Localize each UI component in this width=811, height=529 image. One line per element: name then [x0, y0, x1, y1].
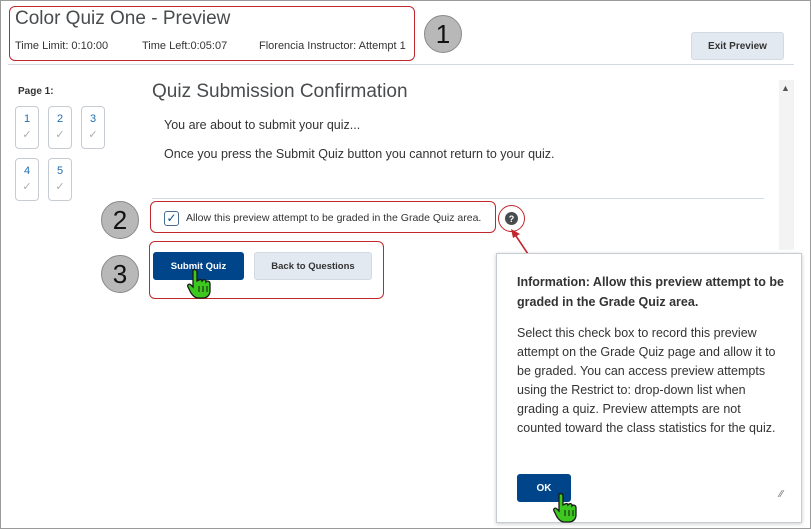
resize-handle-icon[interactable]: ∕∕	[780, 489, 783, 500]
instruction-text-1: You are about to submit your quiz...	[164, 118, 361, 132]
hand-cursor-icon	[553, 492, 577, 523]
graded-checkbox[interactable]: ✓	[164, 211, 179, 226]
check-icon: ✓	[22, 129, 32, 141]
step-circle-3: 3	[101, 255, 139, 293]
check-icon: ✓	[55, 181, 65, 193]
page-tile-number: 5	[56, 165, 64, 177]
back-to-questions-button[interactable]: Back to Questions	[254, 252, 372, 280]
page-tile-number: 3	[89, 113, 97, 125]
check-icon: ✓	[55, 129, 65, 141]
page-tile-number: 1	[23, 113, 31, 125]
step-circle-1: 1	[424, 15, 462, 53]
content-divider	[152, 198, 764, 199]
popup-body: Select this check box to record this pre…	[517, 326, 776, 435]
question-icon[interactable]: ?	[505, 212, 518, 225]
step-circle-2: 2	[101, 201, 139, 239]
instruction-text-2: Once you press the Submit Quiz button yo…	[164, 147, 555, 161]
info-popup: Information: Allow this preview attempt …	[496, 253, 802, 523]
popup-title: Information: Allow this preview attempt …	[517, 275, 784, 309]
check-icon: ✓	[88, 129, 98, 141]
exit-preview-button[interactable]: Exit Preview	[691, 32, 784, 60]
page-tile-3[interactable]: 3 ✓	[81, 106, 105, 149]
page-label: Page 1:	[18, 86, 54, 97]
check-icon: ✓	[22, 181, 32, 193]
callout-box-header	[9, 6, 415, 61]
page-tile-1[interactable]: 1 ✓	[15, 106, 39, 149]
page-title: Quiz Submission Confirmation	[152, 81, 408, 102]
page-tile-4[interactable]: 4 ✓	[15, 158, 39, 201]
hand-cursor-icon	[187, 268, 211, 299]
page-tile-number: 4	[23, 165, 31, 177]
scroll-up-arrow-icon[interactable]: ▲	[781, 83, 790, 93]
graded-checkbox-label: Allow this preview attempt to be graded …	[186, 212, 482, 224]
header-divider	[8, 64, 794, 65]
page-tile-number: 2	[56, 113, 64, 125]
vertical-scrollbar[interactable]	[779, 80, 794, 250]
page-tile-5[interactable]: 5 ✓	[48, 158, 72, 201]
page-tile-2[interactable]: 2 ✓	[48, 106, 72, 149]
